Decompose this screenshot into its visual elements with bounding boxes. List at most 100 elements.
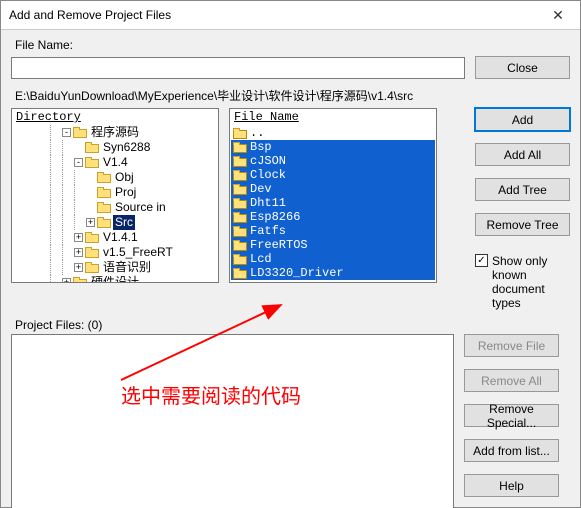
file-item[interactable]: .. xyxy=(231,126,435,140)
file-name-input[interactable] xyxy=(11,57,465,79)
project-files-pane[interactable] xyxy=(11,334,454,508)
add-button[interactable]: Add xyxy=(475,108,570,131)
tree-item-label[interactable]: 程序源码 xyxy=(89,125,141,140)
tree-item-label[interactable]: Obj xyxy=(113,170,136,185)
tree-item[interactable]: + v1.5_FreeRT xyxy=(14,245,216,260)
tree-item[interactable]: + 硬件设计 xyxy=(14,275,216,283)
folder-icon xyxy=(85,142,99,153)
checkbox-icon[interactable]: ✓ xyxy=(475,254,488,267)
directory-header: Directory xyxy=(12,109,218,125)
tree-item-label[interactable]: Proj xyxy=(113,185,138,200)
file-name-label: File Name: xyxy=(15,38,570,52)
remove-tree-button[interactable]: Remove Tree xyxy=(475,213,570,236)
remove-file-button[interactable]: Remove File xyxy=(464,334,559,357)
window-title: Add and Remove Project Files xyxy=(9,8,538,22)
remove-all-button[interactable]: Remove All xyxy=(464,369,559,392)
expander-plus-icon[interactable]: + xyxy=(86,218,95,227)
tree-item-label[interactable]: V1.4 xyxy=(101,155,130,170)
file-list[interactable]: ..BspcJSONClockDevDht11Esp8266FatfsFreeR… xyxy=(230,125,436,281)
file-item[interactable]: Fatfs xyxy=(231,224,435,238)
file-item[interactable]: FreeRTOS xyxy=(231,238,435,252)
file-item-label: Dev xyxy=(250,182,272,196)
folder-icon xyxy=(97,172,111,183)
folder-icon xyxy=(233,212,247,223)
tree-item-label[interactable]: Src xyxy=(113,215,135,230)
tree-item-label[interactable]: Source in xyxy=(113,200,168,215)
expander-plus-icon[interactable]: + xyxy=(74,248,83,257)
file-item[interactable]: Dht11 xyxy=(231,196,435,210)
add-tree-button[interactable]: Add Tree xyxy=(475,178,570,201)
dialog-body: File Name: Close E:\BaiduYunDownload\MyE… xyxy=(1,30,580,508)
tree-item[interactable]: Syn6288 xyxy=(14,140,216,155)
panes-row: Directory - 程序源码Syn6288 - V1.4ObjProjSource… xyxy=(11,108,570,310)
folder-icon xyxy=(233,254,247,265)
file-item-label: Bsp xyxy=(250,140,272,154)
expander-minus-icon[interactable]: - xyxy=(62,128,71,137)
tree-item[interactable]: - 程序源码 xyxy=(14,125,216,140)
tree-item-label[interactable]: 语音识别 xyxy=(101,260,153,275)
side-buttons-top: Add Add All Add Tree Remove Tree ✓ Show … xyxy=(475,108,570,310)
checkbox-label: Show only known document types xyxy=(492,254,575,310)
folder-icon xyxy=(85,232,99,243)
panes-left: Directory - 程序源码Syn6288 - V1.4ObjProjSource… xyxy=(11,108,465,283)
file-item[interactable]: Lcd xyxy=(231,252,435,266)
show-only-known-checkbox[interactable]: ✓ Show only known document types xyxy=(475,254,575,310)
file-item[interactable]: Bsp xyxy=(231,140,435,154)
add-all-button[interactable]: Add All xyxy=(475,143,570,166)
folder-icon xyxy=(97,187,111,198)
tree-item[interactable]: - V1.4 xyxy=(14,155,216,170)
file-item[interactable]: Esp8266 xyxy=(231,210,435,224)
folder-icon xyxy=(233,156,247,167)
current-path-label: E:\BaiduYunDownload\MyExperience\毕业设计\软件… xyxy=(15,87,570,104)
folder-icon xyxy=(73,127,87,138)
tree-item[interactable]: + 语音识别 xyxy=(14,260,216,275)
tree-item[interactable]: + V1.4.1 xyxy=(14,230,216,245)
folder-icon xyxy=(233,184,247,195)
add-from-list-button[interactable]: Add from list... xyxy=(464,439,559,462)
expander-plus-icon[interactable]: + xyxy=(62,278,71,283)
dialog-window: Add and Remove Project Files ✕ File Name… xyxy=(0,0,581,508)
tree-item-label[interactable]: V1.4.1 xyxy=(101,230,140,245)
folder-icon xyxy=(233,268,247,279)
file-item[interactable]: Dev xyxy=(231,182,435,196)
folder-icon xyxy=(73,277,87,283)
file-item-label: .. xyxy=(250,126,264,140)
directory-tree[interactable]: - 程序源码Syn6288 - V1.4ObjProjSource in + Src + V1… xyxy=(12,125,218,283)
expander-plus-icon[interactable]: + xyxy=(74,233,83,242)
tree-item-label[interactable]: v1.5_FreeRT xyxy=(101,245,175,260)
expander-plus-icon[interactable]: + xyxy=(74,263,83,272)
file-item-label: Lcd xyxy=(250,252,272,266)
close-button[interactable]: Close xyxy=(475,56,570,79)
file-item-label: Dht11 xyxy=(250,196,286,210)
file-pane[interactable]: File Name ..BspcJSONClockDevDht11Esp8266… xyxy=(229,108,437,283)
window-close-button[interactable]: ✕ xyxy=(538,7,578,24)
folder-icon xyxy=(233,198,247,209)
folder-icon xyxy=(233,128,247,139)
file-item-label: FreeRTOS xyxy=(250,238,308,252)
help-button[interactable]: Help xyxy=(464,474,559,497)
file-item[interactable]: LD3320_Driver xyxy=(231,266,435,280)
project-files-label: Project Files: (0) xyxy=(15,318,570,332)
folder-icon xyxy=(97,217,111,228)
tree-item[interactable]: + Src xyxy=(14,215,216,230)
folder-icon xyxy=(97,202,111,213)
file-item-label: Esp8266 xyxy=(250,210,300,224)
folder-icon xyxy=(233,240,247,251)
folder-icon xyxy=(85,247,99,258)
tree-item-label[interactable]: Syn6288 xyxy=(101,140,152,155)
tree-item[interactable]: Proj xyxy=(14,185,216,200)
tree-item[interactable]: Obj xyxy=(14,170,216,185)
side-buttons-bottom: Remove File Remove All Remove Special...… xyxy=(464,334,559,497)
directory-pane[interactable]: Directory - 程序源码Syn6288 - V1.4ObjProjSource… xyxy=(11,108,219,283)
file-name-row: Close xyxy=(11,56,570,79)
bottom-row: Remove File Remove All Remove Special...… xyxy=(11,334,570,508)
file-item[interactable]: cJSON xyxy=(231,154,435,168)
titlebar: Add and Remove Project Files ✕ xyxy=(1,1,580,30)
file-item-label: LD3320_Driver xyxy=(250,266,344,280)
tree-item[interactable]: Source in xyxy=(14,200,216,215)
folder-icon xyxy=(233,226,247,237)
tree-item-label[interactable]: 硬件设计 xyxy=(89,275,141,283)
file-item[interactable]: Clock xyxy=(231,168,435,182)
remove-special-button[interactable]: Remove Special... xyxy=(464,404,559,427)
expander-minus-icon[interactable]: - xyxy=(74,158,83,167)
